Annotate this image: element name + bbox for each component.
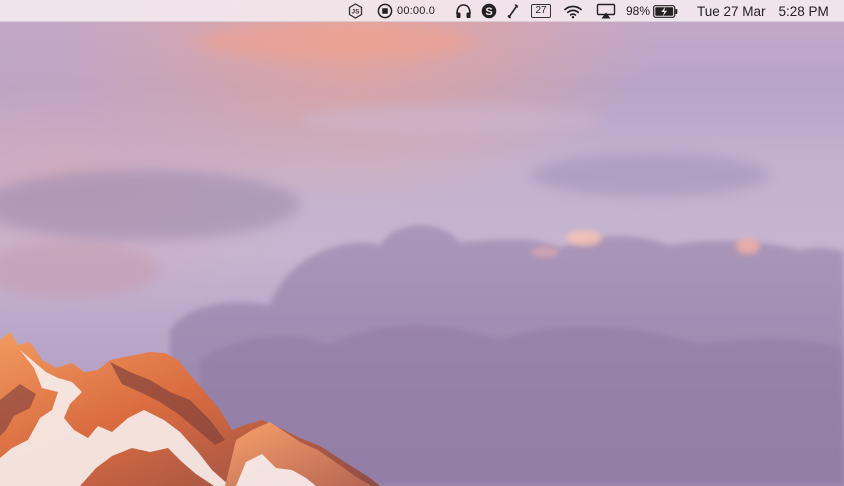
battery-charging-icon (653, 4, 678, 18)
nodejs-icon[interactable]: JS (346, 0, 364, 22)
svg-text:JS: JS (351, 9, 360, 16)
clock[interactable]: Tue 27 Mar 5:28 PM (697, 0, 840, 22)
calendar-day: 27 (531, 4, 551, 18)
wallpaper-sierra (0, 0, 844, 486)
clock-date: Tue 27 Mar (697, 3, 766, 19)
recording-time: 00:00.0 (397, 5, 436, 17)
headphones-icon[interactable] (453, 0, 473, 22)
screen-recording-status[interactable]: 00:00.0 (377, 0, 443, 22)
battery-status[interactable]: 98% (626, 0, 682, 22)
wifi-icon[interactable] (562, 0, 584, 22)
desktop: JS 00:00.0 S 27 98% Tue 27 Mar 5:28 PM (0, 0, 844, 486)
svg-text:S: S (485, 6, 492, 18)
menu-bar: JS 00:00.0 S 27 98% Tue 27 Mar 5:28 PM (0, 0, 844, 22)
airplay-icon[interactable] (594, 0, 618, 22)
tools-icon[interactable] (504, 0, 522, 22)
clock-time: 5:28 PM (778, 3, 829, 19)
skype-icon[interactable]: S (480, 0, 498, 22)
battery-percent: 98% (626, 4, 651, 18)
stop-recording-icon (377, 3, 393, 19)
calendar-icon[interactable]: 27 (530, 0, 552, 22)
